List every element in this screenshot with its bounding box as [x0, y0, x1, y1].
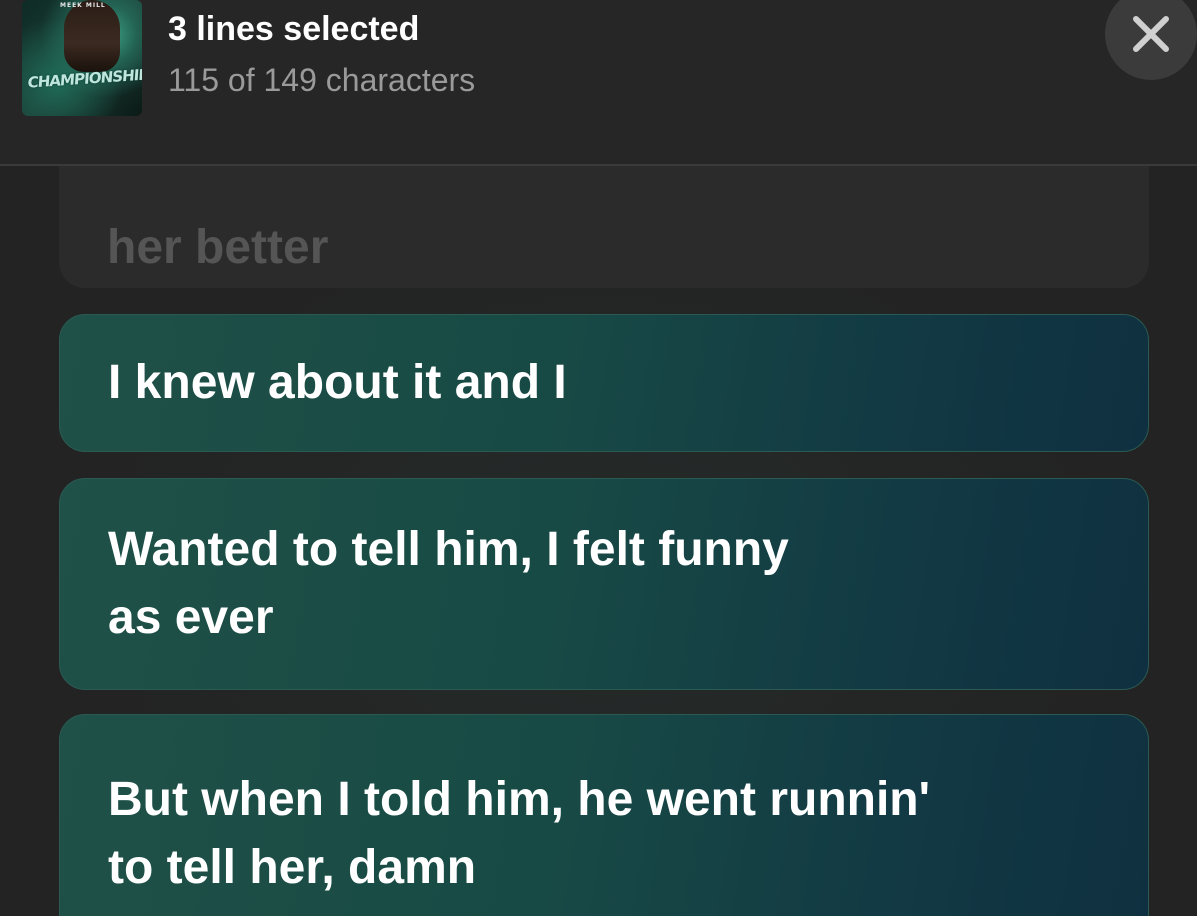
lyric-line-selected[interactable]: I knew about it and I	[59, 314, 1149, 452]
lyric-text: her better	[107, 221, 329, 274]
album-artwork: MEEK MILL CHAMPIONSHIPS	[22, 0, 142, 116]
album-artwork-artist: MEEK MILL	[60, 2, 106, 9]
lyric-line-selected[interactable]: But when I told him, he went runnin' to …	[59, 714, 1149, 916]
lyric-text: But when I told him, he went runnin' to …	[108, 773, 931, 894]
close-icon	[1133, 16, 1169, 52]
share-lyrics-screen: MEEK MILL CHAMPIONSHIPS 3 lines selected…	[0, 0, 1197, 916]
lyric-line-selected[interactable]: Wanted to tell him, I felt funny as ever	[59, 478, 1149, 690]
selection-header: MEEK MILL CHAMPIONSHIPS 3 lines selected…	[0, 0, 1197, 166]
lyrics-list[interactable]: her better I knew about it and I Wanted …	[0, 124, 1197, 916]
selection-title: 3 lines selected	[168, 10, 420, 48]
album-artwork-portrait	[64, 0, 120, 72]
close-button[interactable]	[1105, 0, 1197, 80]
lyric-text: Wanted to tell him, I felt funny as ever	[108, 523, 789, 644]
character-count: 115 of 149 characters	[168, 62, 476, 98]
album-artwork-title: CHAMPIONSHIPS	[26, 64, 142, 92]
lyric-text: I knew about it and I	[108, 356, 567, 409]
